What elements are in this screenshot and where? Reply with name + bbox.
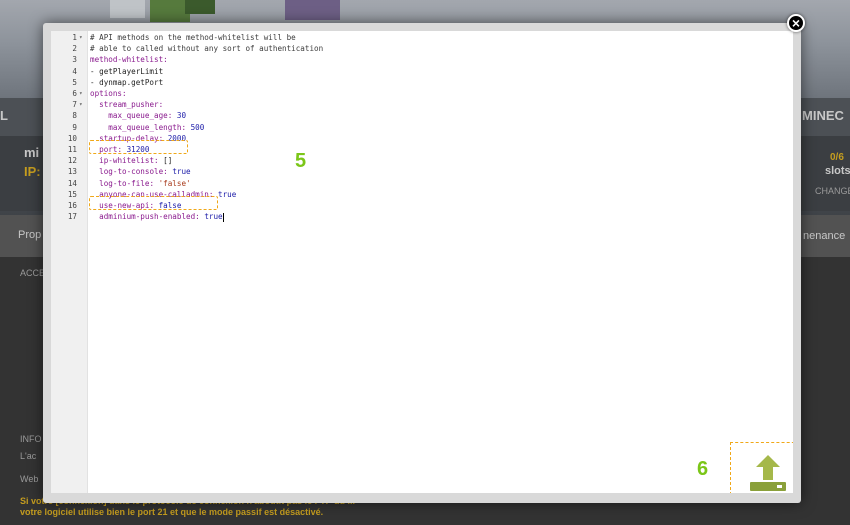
line-number: 6	[72, 89, 77, 98]
code-line[interactable]: 3 method-whitelist:	[51, 54, 793, 65]
line-number: 17	[67, 212, 77, 222]
code-line[interactable]: 14 log-to-file: 'false'	[51, 178, 793, 189]
code-text: - dynmap.getPort	[90, 77, 163, 88]
code-token: # able to called without any sort of aut…	[90, 44, 324, 54]
code-token: 'false'	[158, 178, 191, 188]
line-number: 7	[72, 100, 77, 110]
line-number: 2	[72, 44, 77, 54]
bg-right-label: MINEC	[802, 108, 844, 123]
code-line[interactable]: 2 # able to called without any sort of au…	[51, 43, 793, 54]
code-token: log-to-file:	[99, 178, 159, 188]
code-text: max_queue_age: 30	[90, 110, 186, 121]
line-number: 15	[67, 189, 77, 199]
code-text: max_queue_length: 500	[90, 122, 204, 133]
code-token: true	[172, 167, 191, 177]
bg-footer-line-2: votre logiciel utilise bien le port 21 e…	[20, 507, 324, 517]
upload-arrow-icon	[750, 455, 786, 491]
bg-left-char: L	[0, 108, 8, 123]
config-editor-modal: 1 ▾ # API methods on the method-whitelist …	[43, 23, 801, 503]
code-token: ip-whitelist:	[99, 156, 164, 166]
code-token: max_queue_age:	[108, 111, 177, 121]
step-6-label: 6	[697, 458, 709, 480]
bg-change-button[interactable]: CHANGE	[815, 186, 850, 196]
code-token: - dynmap.getPort	[90, 77, 164, 87]
code-token: method-whitelist:	[90, 55, 168, 65]
code-text: log-to-console: true	[90, 166, 191, 177]
code-text: adminium-push-enabled: true	[90, 211, 224, 222]
code-editor[interactable]: 1 ▾ # API methods on the method-whitelist …	[51, 31, 793, 493]
code-line[interactable]: 9 max_queue_length: 500	[51, 122, 793, 133]
line-number: 12	[67, 156, 77, 166]
code-token: stream_pusher:	[99, 100, 164, 110]
code-text: options:	[90, 88, 127, 99]
line-number: 14	[67, 178, 77, 188]
bg-side-text-2: Web	[20, 474, 39, 484]
code-text: - getPlayerLimit	[90, 66, 163, 77]
code-line[interactable]: 5 - dynmap.getPort	[51, 77, 793, 88]
code-token: adminium-push-enabled:	[99, 212, 205, 222]
code-text: method-whitelist:	[90, 54, 168, 65]
close-modal-button[interactable]: ×	[787, 14, 805, 32]
line-number: 10	[67, 133, 77, 143]
line-number: 4	[72, 66, 77, 76]
fold-toggle-icon[interactable]: ▾	[79, 88, 83, 99]
code-line[interactable]: 4 - getPlayerLimit	[51, 66, 793, 77]
code-token: max_queue_length:	[108, 122, 191, 132]
bg-slots-count: 0/6	[830, 152, 844, 163]
code-token: log-to-console:	[99, 167, 173, 177]
line-number: 1	[72, 33, 77, 42]
code-line[interactable]: 7 ▾ stream_pusher:	[51, 99, 793, 110]
bg-tab-maintenance[interactable]: nenance	[803, 230, 845, 242]
bg-side-text-1: L'ac	[20, 451, 37, 461]
line-number: 16	[67, 201, 77, 210]
fold-toggle-icon[interactable]: ▾	[79, 32, 83, 43]
line-number: 5	[72, 77, 77, 87]
upload-button[interactable]	[749, 453, 787, 493]
code-line[interactable]: 17 adminium-push-enabled: true	[51, 211, 793, 222]
code-token: 30	[176, 111, 187, 121]
code-token: true	[204, 212, 223, 222]
code-token: true	[218, 189, 237, 199]
code-line[interactable]: 12 ip-whitelist: []	[51, 155, 793, 166]
port-highlight-box	[89, 140, 188, 154]
code-text: log-to-file: 'false'	[90, 178, 191, 189]
upload-highlight-box	[730, 442, 793, 493]
use-new-api-highlight-box	[89, 196, 218, 210]
line-number: 13	[67, 167, 77, 177]
code-text: # API methods on the method-whitelist wi…	[90, 32, 296, 43]
line-number: 11	[67, 145, 77, 154]
code-token: []	[163, 156, 173, 166]
bg-slots-label: slots	[825, 165, 850, 177]
bg-access-label: ACCE	[20, 268, 46, 278]
code-token: - getPlayerLimit	[90, 66, 164, 76]
code-line[interactable]: 8 max_queue_age: 30	[51, 110, 793, 121]
code-token: 500	[190, 122, 205, 132]
bg-ip-label: IP:	[24, 164, 41, 179]
code-text: ip-whitelist: []	[90, 155, 172, 166]
bg-tab-properties[interactable]: Prop	[18, 229, 41, 241]
code-token: # API methods on the method-whitelist wi…	[90, 33, 296, 42]
text-cursor	[222, 212, 224, 222]
bg-info-label: INFO	[20, 434, 42, 444]
line-number: 9	[72, 122, 77, 132]
step-5-label: 5	[295, 150, 307, 172]
code-line[interactable]: 1 ▾ # API methods on the method-whitelist …	[51, 32, 793, 43]
line-number: 8	[72, 111, 77, 121]
code-line[interactable]: 6 ▾ options:	[51, 88, 793, 99]
line-number: 3	[72, 55, 77, 65]
code-token: options:	[90, 89, 127, 98]
bg-server-name: mi	[24, 145, 40, 160]
code-text: # able to called without any sort of aut…	[90, 43, 323, 54]
code-text: stream_pusher:	[90, 99, 163, 110]
fold-toggle-icon[interactable]: ▾	[79, 99, 83, 110]
close-icon: ×	[791, 15, 801, 31]
code-line[interactable]: 13 log-to-console: true	[51, 166, 793, 177]
